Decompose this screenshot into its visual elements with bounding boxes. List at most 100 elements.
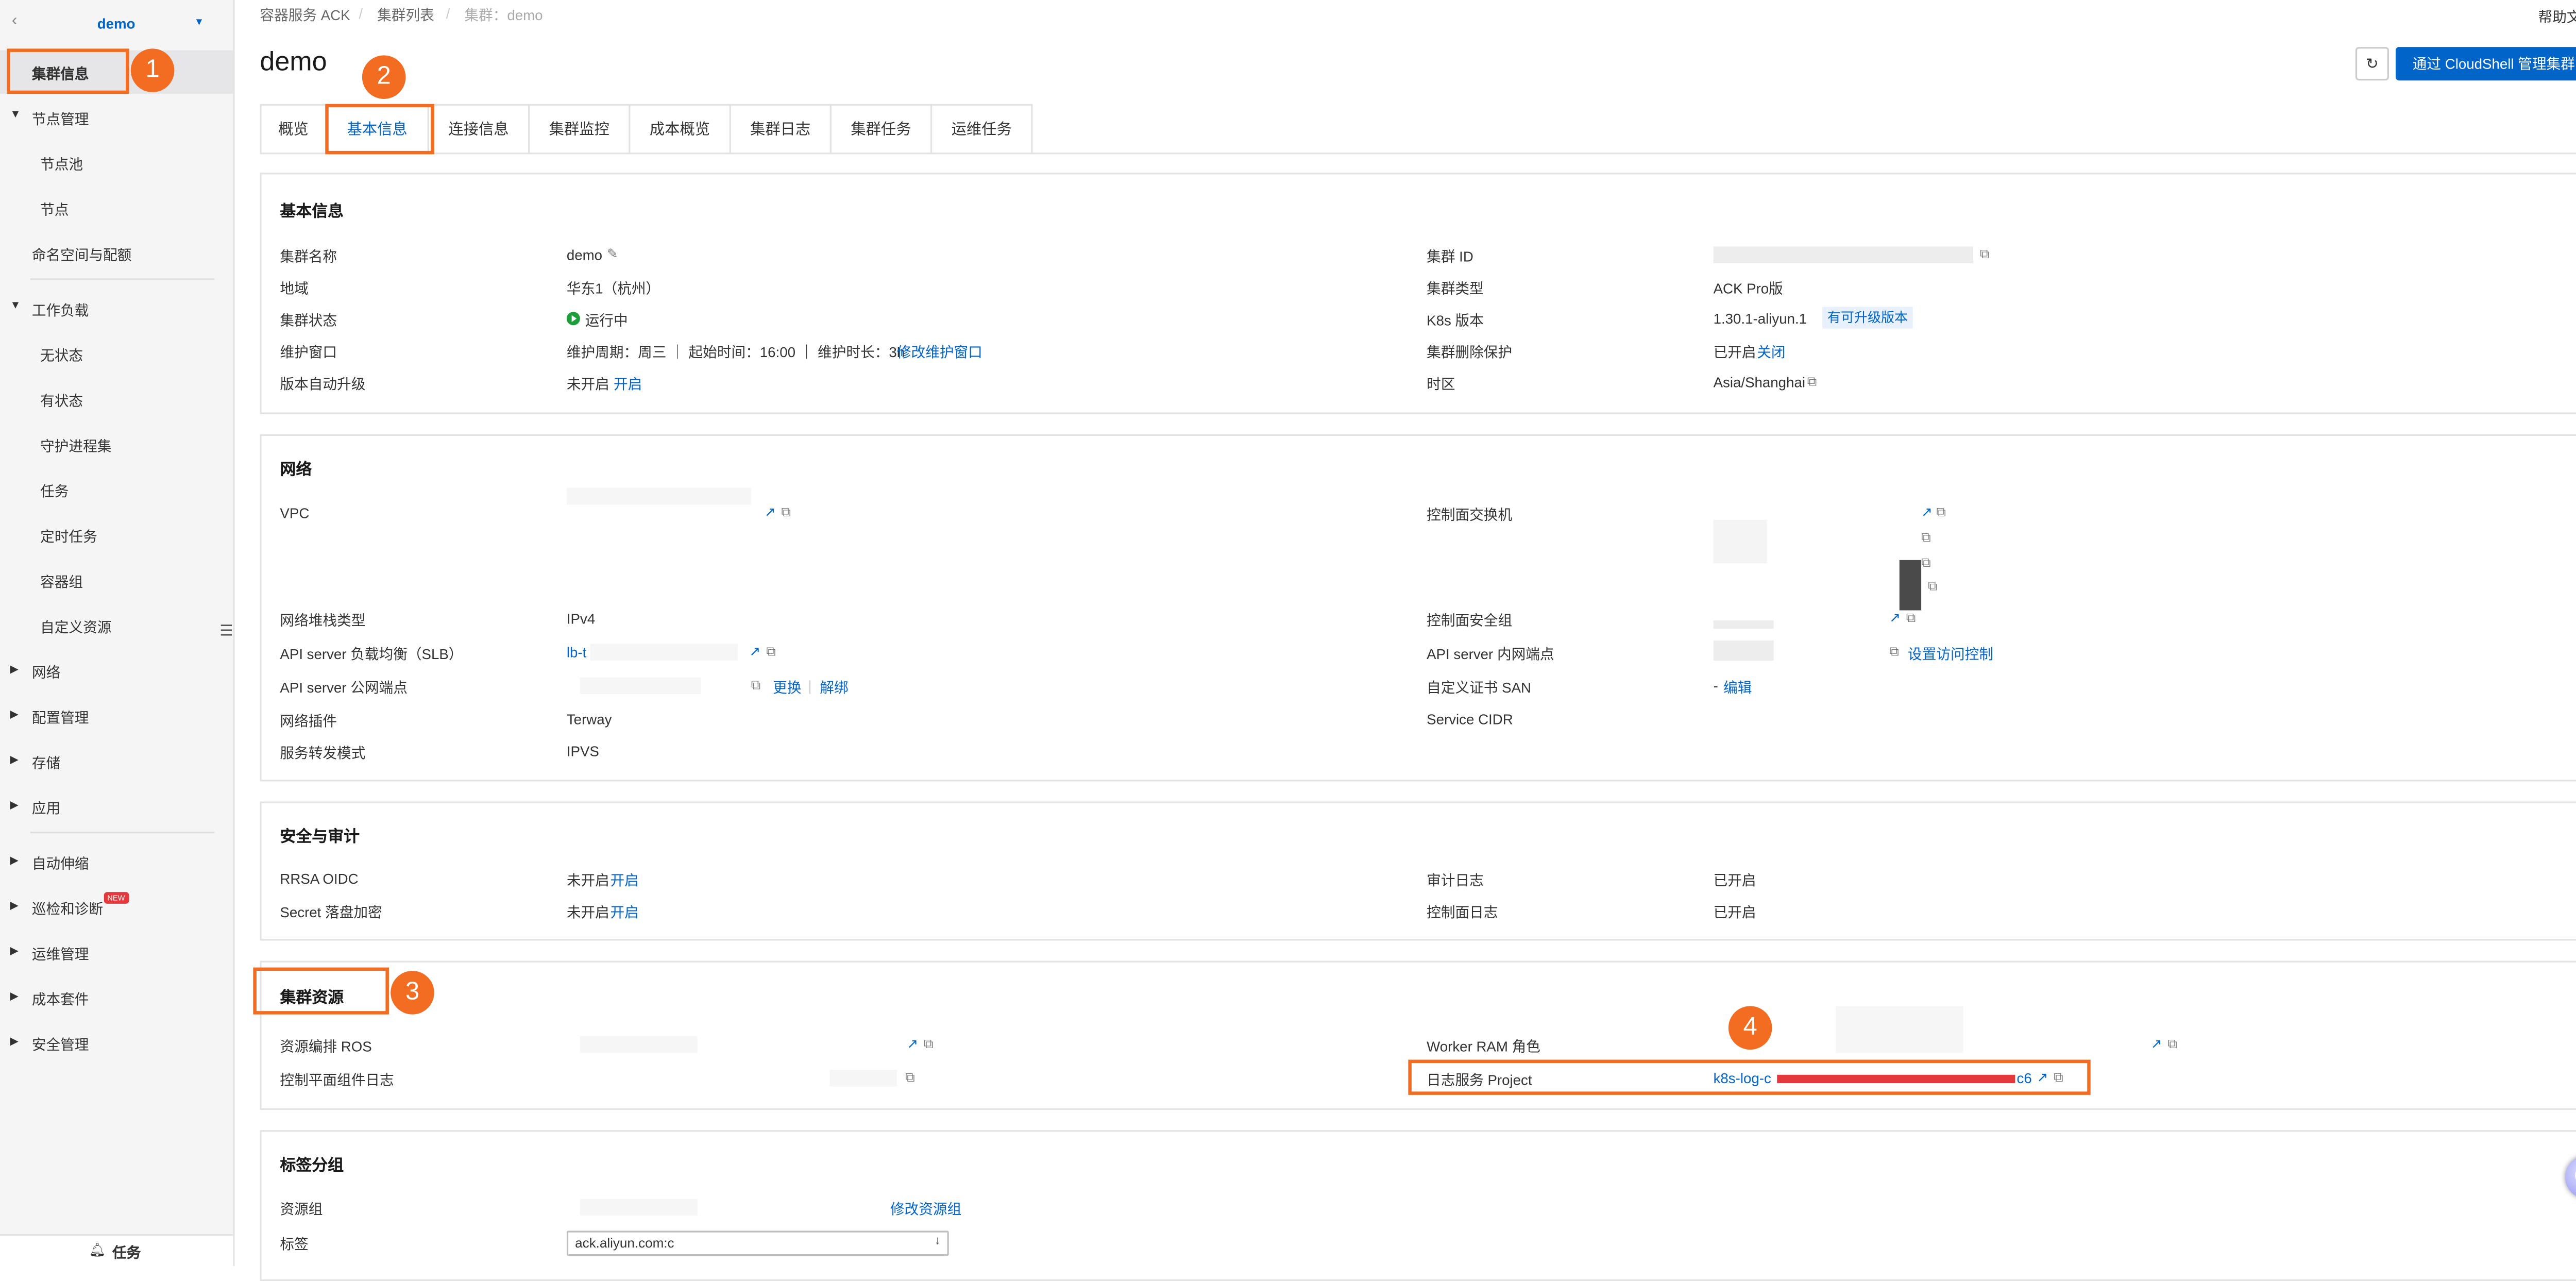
- edit-resource-group-link[interactable]: 修改资源组: [890, 1199, 961, 1219]
- external-link-icon[interactable]: ↗: [1889, 610, 1901, 625]
- refresh-button[interactable]: ↻: [2355, 47, 2389, 81]
- external-link-icon[interactable]: ↗: [1921, 504, 1933, 519]
- copy-icon[interactable]: ⧉: [1889, 644, 1899, 661]
- redacted-ros: [580, 1036, 698, 1053]
- copy-icon[interactable]: ⧉: [1921, 555, 1931, 572]
- slb-value[interactable]: lb-t: [567, 644, 586, 661]
- redacted-resource-group: [580, 1199, 698, 1216]
- tags-label: 标签: [280, 1236, 309, 1253]
- vswitch-label: 控制面交换机: [1427, 506, 1513, 524]
- collapse-sidebar-icon[interactable]: ☰: [219, 622, 233, 640]
- tab-cost[interactable]: 成本概览: [629, 104, 731, 155]
- copy-icon[interactable]: ⧉: [751, 678, 761, 695]
- sidebar-item-crd[interactable]: 自定义资源: [40, 617, 111, 637]
- external-link-icon[interactable]: ↗: [2151, 1036, 2162, 1051]
- tags-select[interactable]: ack.aliyun.com:c ↓: [566, 1231, 949, 1256]
- copy-icon[interactable]: ⧉: [1980, 246, 1990, 263]
- sidebar-item-daemonsets[interactable]: 守护进程集: [40, 436, 111, 456]
- redacted-cluster-id: [1713, 246, 1973, 263]
- new-badge: NEW: [104, 892, 128, 904]
- sidebar-item-cronjobs[interactable]: 定时任务: [40, 527, 97, 547]
- bell-icon: 🔔︎: [89, 1242, 106, 1258]
- sidebar-divider: [30, 831, 215, 834]
- external-link-icon[interactable]: ↗: [765, 504, 776, 519]
- sidebar-item-pods[interactable]: 容器组: [40, 572, 83, 592]
- sidebar-item-storage[interactable]: 存储: [32, 753, 60, 773]
- edit-san-link[interactable]: 编辑: [1723, 678, 1752, 698]
- tab-cluster-tasks[interactable]: 集群任务: [829, 104, 933, 155]
- cluster-selector[interactable]: demo: [97, 15, 135, 32]
- breadcrumb-cluster-list[interactable]: 集群列表: [377, 5, 434, 25]
- copy-icon[interactable]: ⧉: [1906, 610, 1916, 627]
- copy-icon[interactable]: ⧉: [905, 1070, 915, 1087]
- tab-monitoring[interactable]: 集群监控: [528, 104, 631, 155]
- sidebar-item-ops[interactable]: 运维管理: [32, 944, 89, 964]
- status-label: 集群状态: [280, 312, 337, 329]
- caret-right-icon: ▶: [10, 709, 19, 721]
- enable-secret-encryption-link[interactable]: 开启: [610, 902, 638, 922]
- cluster-name-label: 集群名称: [280, 248, 337, 265]
- vpc-label: VPC: [280, 504, 310, 521]
- sidebar-item-autoscaling[interactable]: 自动伸缩: [32, 853, 89, 873]
- sidebar-item-nodes[interactable]: 节点: [40, 199, 69, 220]
- sidebar-item-cost[interactable]: 成本套件: [32, 989, 89, 1009]
- caret-right-icon: ▶: [10, 991, 19, 1003]
- deletion-protection-label: 集群删除保护: [1427, 344, 1513, 361]
- help-docs-link[interactable]: 帮助文档: [2538, 7, 2576, 27]
- sidebar-item-config[interactable]: 配置管理: [32, 707, 89, 728]
- sidebar-item-statefulsets[interactable]: 有状态: [40, 391, 83, 411]
- disable-protection-link[interactable]: 关闭: [1757, 342, 1785, 362]
- tasks-button[interactable]: 任务: [112, 1242, 141, 1262]
- copy-icon[interactable]: ⧉: [766, 644, 776, 661]
- tab-cluster-logs[interactable]: 集群日志: [729, 104, 832, 155]
- copy-icon[interactable]: ⧉: [2167, 1036, 2177, 1053]
- redacted-cp-log: [829, 1070, 897, 1087]
- copy-icon[interactable]: ⧉: [781, 504, 791, 521]
- edit-maintenance-link[interactable]: 修改维护窗口: [897, 342, 982, 362]
- copy-icon[interactable]: ⧉: [1807, 374, 1817, 391]
- copy-icon[interactable]: ⧉: [924, 1036, 934, 1053]
- copy-icon[interactable]: ⧉: [1921, 530, 1931, 547]
- tags-select-value: ack.aliyun.com:c: [575, 1236, 674, 1251]
- access-control-link[interactable]: 设置访问控制: [1908, 644, 1993, 664]
- edit-icon[interactable]: ✎: [607, 246, 618, 261]
- copy-icon[interactable]: ⧉: [1936, 504, 1946, 521]
- enable-rrsa-link[interactable]: 开启: [610, 870, 638, 890]
- enable-auto-upgrade-link[interactable]: 开启: [614, 374, 642, 394]
- cert-san-label: 自定义证书 SAN: [1427, 679, 1532, 696]
- link-separator: |: [808, 677, 812, 695]
- back-arrow-icon[interactable]: ‹: [12, 12, 18, 30]
- change-endpoint-link[interactable]: 更换: [773, 678, 801, 698]
- sidebar-item-network[interactable]: 网络: [32, 662, 60, 682]
- region-value: 华东1（杭州）: [566, 280, 660, 297]
- sidebar-item-node-pool[interactable]: 节点池: [40, 154, 83, 174]
- tab-overview[interactable]: 概览: [260, 104, 327, 155]
- tab-ops-tasks[interactable]: 运维任务: [930, 104, 1033, 155]
- annotation-3: 3: [391, 971, 434, 1015]
- breadcrumb-ack[interactable]: 容器服务 ACK: [260, 5, 350, 25]
- external-link-icon[interactable]: ↗: [750, 644, 761, 659]
- copy-icon[interactable]: ⧉: [1928, 579, 1938, 596]
- sidebar-item-node-management[interactable]: 节点管理: [32, 109, 89, 129]
- highlight-cluster-info: [7, 48, 129, 94]
- upgrade-available-badge[interactable]: 有可升级版本: [1822, 307, 1913, 329]
- control-plane-log-label: 控制面日志: [1427, 903, 1498, 921]
- tab-connection[interactable]: 连接信息: [427, 104, 530, 155]
- sidebar-item-diagnosis[interactable]: 巡检和诊断: [32, 899, 103, 919]
- sidebar-item-apps[interactable]: 应用: [32, 798, 60, 818]
- sidebar-item-deployments[interactable]: 无状态: [40, 345, 83, 365]
- sidebar-item-security[interactable]: 安全管理: [32, 1035, 89, 1055]
- internal-endpoint-label: API server 内网端点: [1427, 645, 1554, 663]
- forwarding-mode-value: IPVS: [566, 743, 599, 760]
- sidebar-item-workloads[interactable]: 工作负载: [32, 300, 89, 320]
- chevron-down-icon[interactable]: ▾: [196, 15, 202, 29]
- unbind-endpoint-link[interactable]: 解绑: [820, 678, 848, 698]
- caret-down-icon: ▼: [10, 109, 21, 121]
- sidebar-item-namespace[interactable]: 命名空间与配额: [32, 245, 132, 265]
- highlight-sls-project: [1408, 1059, 2091, 1095]
- sidebar-item-jobs[interactable]: 任务: [40, 481, 69, 501]
- external-link-icon[interactable]: ↗: [907, 1036, 918, 1051]
- sidebar: ‹ demo ▾ 集群信息 ▼ 节点管理 节点池 节点 命名空间与配额 ▼ 工作…: [0, 0, 235, 1268]
- cloudshell-button[interactable]: 通过 CloudShell 管理集群: [2395, 47, 2576, 81]
- status-value: 运行中: [585, 312, 628, 329]
